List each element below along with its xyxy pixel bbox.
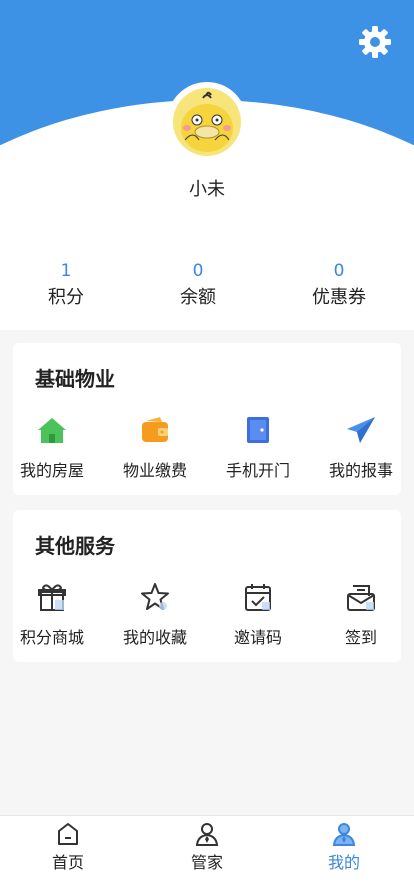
property-payment-item[interactable]: 物业缴费 bbox=[110, 413, 200, 493]
stat-points-label: 积分 bbox=[48, 287, 84, 308]
paper-plane-icon bbox=[347, 417, 375, 443]
check-in-label: 签到 bbox=[344, 628, 377, 647]
butler-icon bbox=[195, 823, 219, 846]
star-icon bbox=[141, 583, 169, 610]
invite-code-item[interactable]: 邀请码 bbox=[213, 580, 303, 660]
stats-row: 1 积分 0 余额 0 优惠券 bbox=[0, 258, 414, 318]
points-mall-item[interactable]: 积分商城 bbox=[7, 580, 97, 660]
other-services-card: 其他服务 积分商城 我的收藏 邀请码 签到 bbox=[13, 510, 401, 662]
check-in-item[interactable]: 签到 bbox=[316, 580, 406, 660]
property-payment-label: 物业缴费 bbox=[122, 461, 187, 480]
my-favorites-item[interactable]: 我的收藏 bbox=[110, 580, 200, 660]
house-icon bbox=[38, 418, 66, 443]
my-reports-label: 我的报事 bbox=[328, 461, 393, 480]
other-services-title: 其他服务 bbox=[35, 534, 115, 558]
basic-property-card: 基础物业 我的房屋 物业缴费 手机开门 我的报事 bbox=[13, 343, 401, 495]
basic-property-title: 基础物业 bbox=[35, 367, 115, 391]
tab-home[interactable]: 首页 bbox=[18, 816, 118, 876]
calendar-check-icon bbox=[245, 584, 271, 611]
bottom-tab-bar: 首页 管家 我的 bbox=[0, 815, 414, 896]
settings-gear-icon[interactable] bbox=[355, 22, 395, 62]
profile-icon bbox=[332, 823, 356, 846]
home-icon bbox=[58, 823, 78, 845]
mail-icon bbox=[347, 585, 375, 611]
invite-code-label: 邀请码 bbox=[233, 628, 282, 647]
door-icon bbox=[247, 417, 269, 443]
tab-mine[interactable]: 我的 bbox=[294, 816, 394, 876]
gift-icon bbox=[38, 584, 66, 611]
user-name: 小未 bbox=[189, 179, 225, 200]
wallet-icon bbox=[142, 417, 168, 442]
stat-balance-value: 0 bbox=[192, 261, 204, 281]
tab-butler[interactable]: 管家 bbox=[157, 816, 257, 876]
stat-coupons[interactable]: 0 优惠券 bbox=[279, 258, 399, 312]
tab-home-label: 首页 bbox=[51, 853, 84, 872]
stat-points-value: 1 bbox=[60, 261, 72, 281]
profile-header: 小未 1 积分 0 余额 0 优惠券 bbox=[0, 0, 414, 330]
my-house-label: 我的房屋 bbox=[19, 461, 84, 480]
my-house-item[interactable]: 我的房屋 bbox=[7, 413, 97, 493]
tab-butler-label: 管家 bbox=[190, 853, 223, 872]
phone-unlock-item[interactable]: 手机开门 bbox=[213, 413, 303, 493]
phone-unlock-label: 手机开门 bbox=[225, 461, 290, 480]
my-reports-item[interactable]: 我的报事 bbox=[316, 413, 406, 493]
stat-coupons-label: 优惠券 bbox=[312, 287, 366, 308]
stat-coupons-value: 0 bbox=[333, 261, 345, 281]
avatar[interactable] bbox=[173, 88, 241, 156]
stat-balance-label: 余额 bbox=[180, 287, 216, 308]
stat-balance[interactable]: 0 余额 bbox=[138, 258, 258, 312]
points-mall-label: 积分商城 bbox=[19, 628, 84, 647]
stat-points[interactable]: 1 积分 bbox=[6, 258, 126, 312]
my-favorites-label: 我的收藏 bbox=[122, 628, 187, 647]
tab-mine-label: 我的 bbox=[327, 853, 360, 872]
